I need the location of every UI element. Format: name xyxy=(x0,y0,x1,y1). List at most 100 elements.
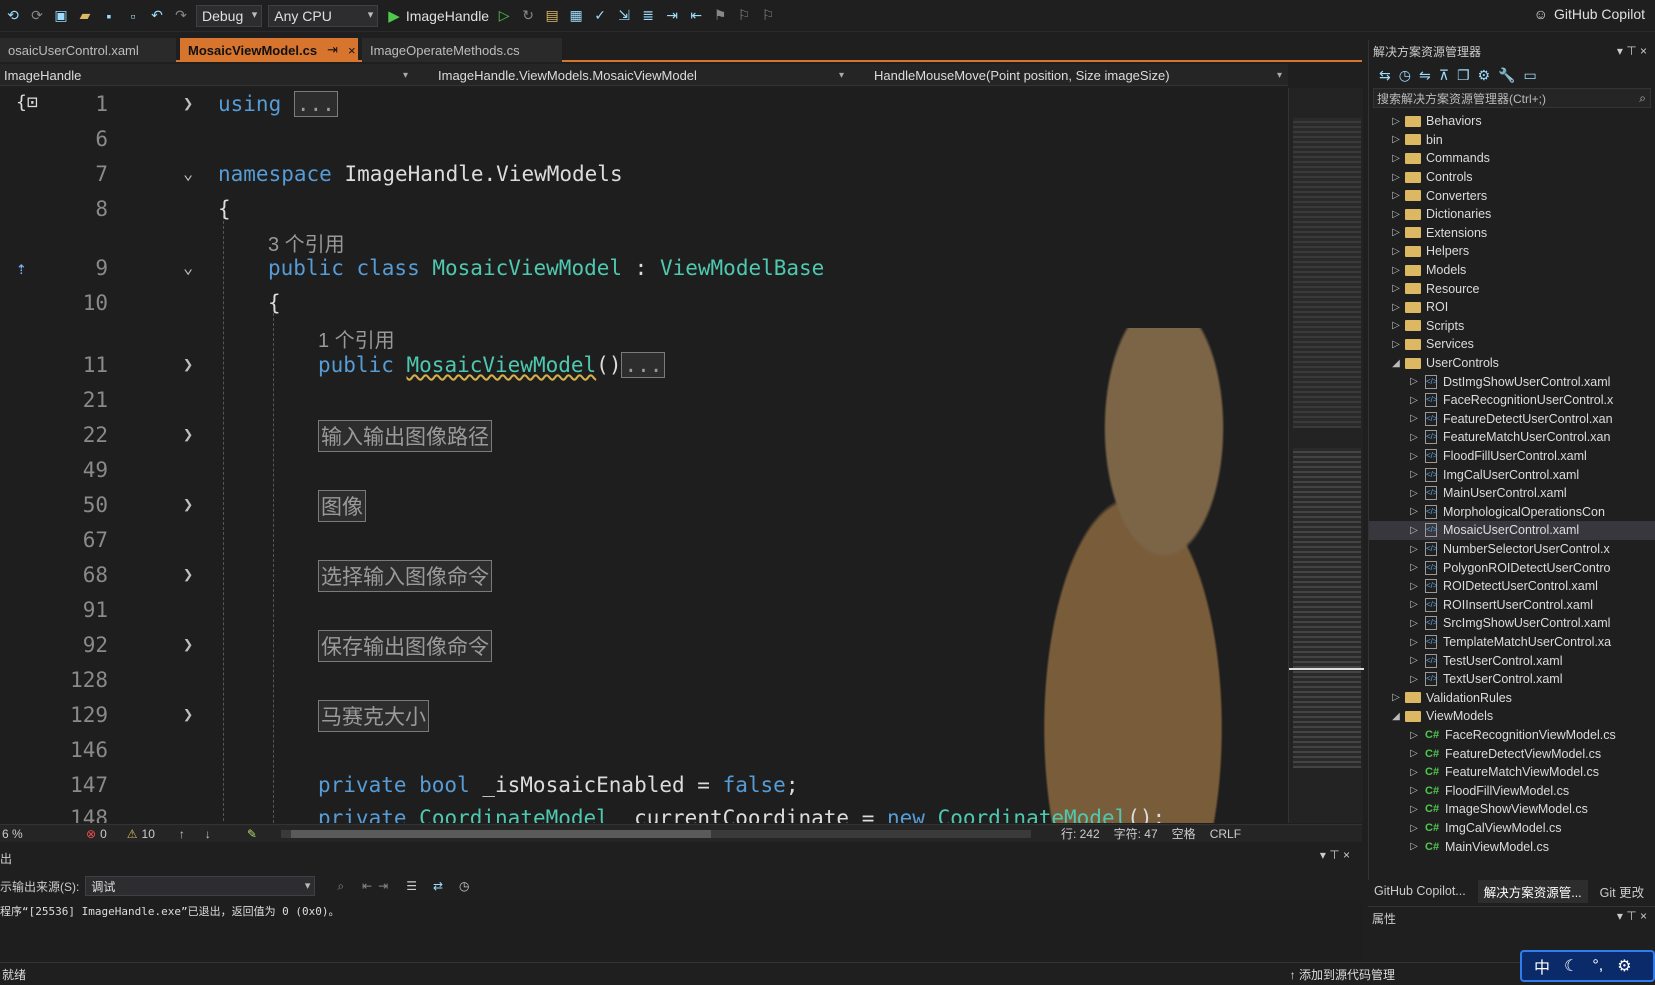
tree-folder[interactable]: ▷ Behaviors xyxy=(1369,112,1655,131)
collapsed-chevron-icon[interactable]: ▷ xyxy=(1407,637,1421,648)
punctuation-icon[interactable]: °, xyxy=(1592,957,1603,975)
tab-mosaic-view-model[interactable]: MosaicViewModel.cs ⇥ × xyxy=(180,38,358,62)
collapsed-chevron-icon[interactable]: ▷ xyxy=(1407,395,1421,406)
outdent-icon[interactable]: ⇤ xyxy=(687,7,705,25)
tree-folder[interactable]: ▷ Helpers xyxy=(1369,242,1655,261)
properties-icon[interactable]: 🔧 xyxy=(1498,67,1515,84)
tree-folder[interactable]: ▷ Resource xyxy=(1369,279,1655,298)
tree-file[interactable]: ▷ </> FloodFillUserControl.xaml xyxy=(1369,447,1655,466)
save-icon[interactable]: ▪ xyxy=(100,7,118,25)
tree-folder[interactable]: ▷ Models xyxy=(1369,261,1655,280)
expand-icon[interactable]: ❯ xyxy=(183,565,193,585)
tree-file[interactable]: ▷ </> MorphologicalOperationsCon xyxy=(1369,503,1655,522)
next-issue-icon[interactable]: ↓ xyxy=(205,827,211,841)
forward-icon[interactable]: ⟳ xyxy=(28,7,46,25)
collapsed-chevron-icon[interactable]: ▷ xyxy=(1407,432,1421,443)
tree-folder[interactable]: ▷ Extensions xyxy=(1369,224,1655,243)
prev-message-icon[interactable]: ⇤ xyxy=(362,879,372,893)
tree-file[interactable]: ▷ C# ImgCalViewModel.cs xyxy=(1369,819,1655,838)
tree-file[interactable]: ▷ </> PolygonROIDetectUserContro xyxy=(1369,558,1655,577)
prev-issue-icon[interactable]: ↑ xyxy=(179,827,185,841)
collapse-all-icon[interactable]: ⊼ xyxy=(1439,67,1449,84)
back-icon[interactable]: ⟲ xyxy=(4,7,22,25)
tree-file[interactable]: ▷ </> FeatureDetectUserControl.xan xyxy=(1369,410,1655,429)
project-dropdown[interactable]: ImageHandle xyxy=(0,66,412,84)
word-wrap-icon[interactable]: ⇄ xyxy=(433,879,443,893)
line-ending-indicator[interactable]: CRLF xyxy=(1210,827,1241,841)
column-indicator[interactable]: 字符: 47 xyxy=(1114,825,1158,842)
step-icon[interactable]: ⇲ xyxy=(615,7,633,25)
panel-controls[interactable]: ▾ ⊤ × xyxy=(1320,848,1350,862)
tree-file[interactable]: ▷ </> FaceRecognitionUserControl.x xyxy=(1369,391,1655,410)
redo-icon[interactable]: ↷ xyxy=(172,7,190,25)
error-count[interactable]: 0 xyxy=(100,827,107,841)
clear-all-icon[interactable]: ☰ xyxy=(406,879,417,893)
panel-controls[interactable]: ▾ ⊤ × xyxy=(1617,909,1647,923)
expand-icon[interactable]: ❯ xyxy=(183,94,193,114)
collapsed-chevron-icon[interactable]: ▷ xyxy=(1389,134,1403,145)
add-source-control-button[interactable]: ↑ 添加到源代码管理 xyxy=(1290,966,1395,983)
pin-icon[interactable]: ⇥ xyxy=(327,42,338,58)
folder-icon[interactable]: ▤ xyxy=(543,7,561,25)
spellcheck-icon[interactable]: ✓ xyxy=(591,7,609,25)
tree-file[interactable]: ▷ </> FeatureMatchUserControl.xan xyxy=(1369,428,1655,447)
region-block[interactable]: 输入输出图像路径 xyxy=(318,420,492,452)
tab-mosaic-user-control[interactable]: osaicUserControl.xaml xyxy=(0,38,176,62)
tree-folder[interactable]: ▷ ValidationRules xyxy=(1369,689,1655,708)
clock-icon[interactable]: ◷ xyxy=(459,879,469,893)
save-all-icon[interactable]: ▫ xyxy=(124,7,142,25)
tree-folder[interactable]: ▷ Controls xyxy=(1369,168,1655,187)
collapsed-chevron-icon[interactable]: ▷ xyxy=(1407,841,1421,852)
code-minimap[interactable] xyxy=(1288,88,1364,823)
collapsed-chevron-icon[interactable]: ▷ xyxy=(1407,674,1421,685)
collapsed-chevron-icon[interactable]: ▷ xyxy=(1389,209,1403,220)
collapsed-chevron-icon[interactable]: ▷ xyxy=(1407,544,1421,555)
tree-file[interactable]: ▷ </> MosaicUserControl.xaml xyxy=(1369,521,1655,540)
collapsed-chevron-icon[interactable]: ▷ xyxy=(1407,618,1421,629)
next-message-icon[interactable]: ⇥ xyxy=(378,879,388,893)
collapsed-chevron-icon[interactable]: ▷ xyxy=(1407,599,1421,610)
gear-icon[interactable]: ⚙ xyxy=(1617,956,1631,976)
close-icon[interactable]: × xyxy=(348,43,356,58)
tab-solution-explorer[interactable]: 解决方案资源管... xyxy=(1477,879,1588,903)
tree-folder[interactable]: ◢ UserControls xyxy=(1369,354,1655,373)
new-project-icon[interactable]: ▣ xyxy=(52,7,70,25)
expand-icon[interactable]: ❯ xyxy=(183,355,193,375)
collapsed-chevron-icon[interactable]: ▷ xyxy=(1389,153,1403,164)
platform-select[interactable]: Any CPU xyxy=(268,4,379,27)
start-debug-button[interactable]: ▶ ImageHandle xyxy=(388,7,489,25)
switch-view-icon[interactable]: ⇆ xyxy=(1379,67,1391,84)
collapsed-chevron-icon[interactable]: ▷ xyxy=(1407,581,1421,592)
collapsed-chevron-icon[interactable]: ▷ xyxy=(1407,413,1421,424)
open-folder-icon[interactable]: ▰ xyxy=(76,7,94,25)
collapsed-chevron-icon[interactable]: ▷ xyxy=(1407,823,1421,834)
inherit-icon[interactable]: ⇡ xyxy=(16,258,27,279)
line-indicator[interactable]: 行: 242 xyxy=(1061,825,1100,842)
warning-count[interactable]: 10 xyxy=(142,827,155,841)
collapsed-chevron-icon[interactable]: ▷ xyxy=(1389,692,1403,703)
collapsed-chevron-icon[interactable]: ▷ xyxy=(1407,804,1421,815)
collapsed-chevron-icon[interactable]: ▷ xyxy=(1407,748,1421,759)
filter-icon[interactable]: ⚙ xyxy=(1478,67,1491,84)
collapsed-chevron-icon[interactable]: ▷ xyxy=(1407,562,1421,573)
whitespace-indicator[interactable]: 空格 xyxy=(1172,825,1196,842)
region-block[interactable]: 选择输入图像命令 xyxy=(318,560,492,592)
tree-folder[interactable]: ▷ Commands xyxy=(1369,149,1655,168)
collapsed-chevron-icon[interactable]: ▷ xyxy=(1389,283,1403,294)
tab-git-changes[interactable]: Git 更改 xyxy=(1600,882,1644,901)
ime-language[interactable]: 中 xyxy=(1534,954,1550,978)
tree-folder[interactable]: ▷ Dictionaries xyxy=(1369,205,1655,224)
configuration-select[interactable]: Debug xyxy=(196,4,263,27)
collapsed-chevron-icon[interactable]: ▷ xyxy=(1407,469,1421,480)
hot-reload-icon[interactable]: ↻ xyxy=(519,7,537,25)
tree-folder[interactable]: ▷ ROI xyxy=(1369,298,1655,317)
layout-icon[interactable]: ▦ xyxy=(567,7,585,25)
collapsed-chevron-icon[interactable]: ▷ xyxy=(1407,730,1421,741)
member-dropdown[interactable]: HandleMouseMove(Point position, Size ima… xyxy=(856,66,1286,84)
collapsed-chevron-icon[interactable]: ▷ xyxy=(1407,767,1421,778)
bookmark-icon[interactable]: ⚑ xyxy=(711,7,729,25)
region-block[interactable]: 马赛克大小 xyxy=(318,700,429,732)
collapsed-chevron-icon[interactable]: ▷ xyxy=(1389,302,1403,313)
collapsed-chevron-icon[interactable]: ▷ xyxy=(1389,265,1403,276)
reference-count[interactable]: 1 个引用 xyxy=(318,324,395,353)
